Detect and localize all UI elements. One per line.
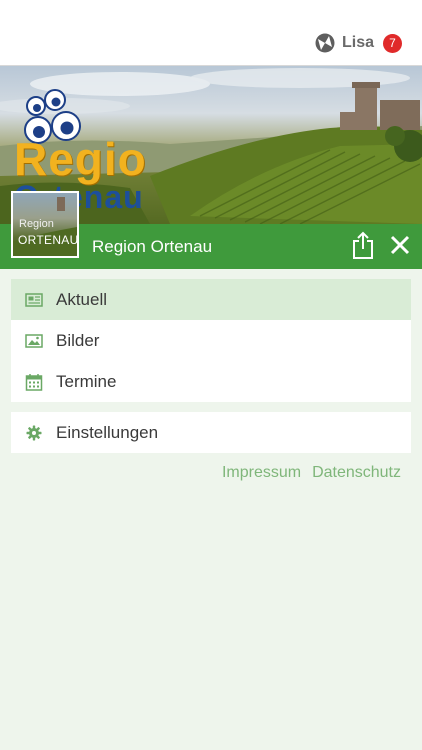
close-icon xyxy=(390,235,410,255)
thumbnail-text-ortenau: ORTENAU xyxy=(18,233,79,247)
image-icon xyxy=(25,332,43,350)
impressum-link[interactable]: Impressum xyxy=(222,464,301,482)
menu-item-label: Termine xyxy=(56,371,117,391)
footer-links: Impressum Datenschutz xyxy=(222,464,401,482)
settings-menu: Einstellungen xyxy=(11,412,411,453)
share-button[interactable] xyxy=(350,230,376,260)
share-icon xyxy=(353,231,373,259)
close-button[interactable] xyxy=(388,233,412,257)
newspaper-icon xyxy=(25,291,43,309)
calendar-icon xyxy=(25,373,43,391)
menu-item-einstellungen[interactable]: Einstellungen xyxy=(11,412,411,453)
user-logo-icon xyxy=(315,33,335,53)
menu-item-bilder[interactable]: Bilder xyxy=(11,320,411,361)
gear-icon xyxy=(25,424,43,442)
page-title: Region Ortenau xyxy=(92,237,213,256)
user-menu[interactable]: Lisa 7 xyxy=(315,33,402,53)
app-thumbnail: Region ORTENAU xyxy=(11,191,79,258)
top-bar: Lisa 7 xyxy=(0,0,422,66)
main-menu: Aktuell Bilder Termine xyxy=(11,279,411,402)
menu-item-label: Bilder xyxy=(56,330,100,350)
logo-text-regio: Regio xyxy=(14,133,147,185)
menu-item-aktuell[interactable]: Aktuell xyxy=(11,279,411,320)
menu-item-label: Einstellungen xyxy=(56,422,159,442)
user-name: Lisa xyxy=(341,34,374,51)
datenschutz-link[interactable]: Datenschutz xyxy=(312,464,401,482)
menu-item-termine[interactable]: Termine xyxy=(11,361,411,402)
notification-badge[interactable]: 7 xyxy=(383,33,402,53)
thumbnail-text-region: Region xyxy=(19,218,54,230)
menu-item-label: Aktuell xyxy=(56,289,108,309)
